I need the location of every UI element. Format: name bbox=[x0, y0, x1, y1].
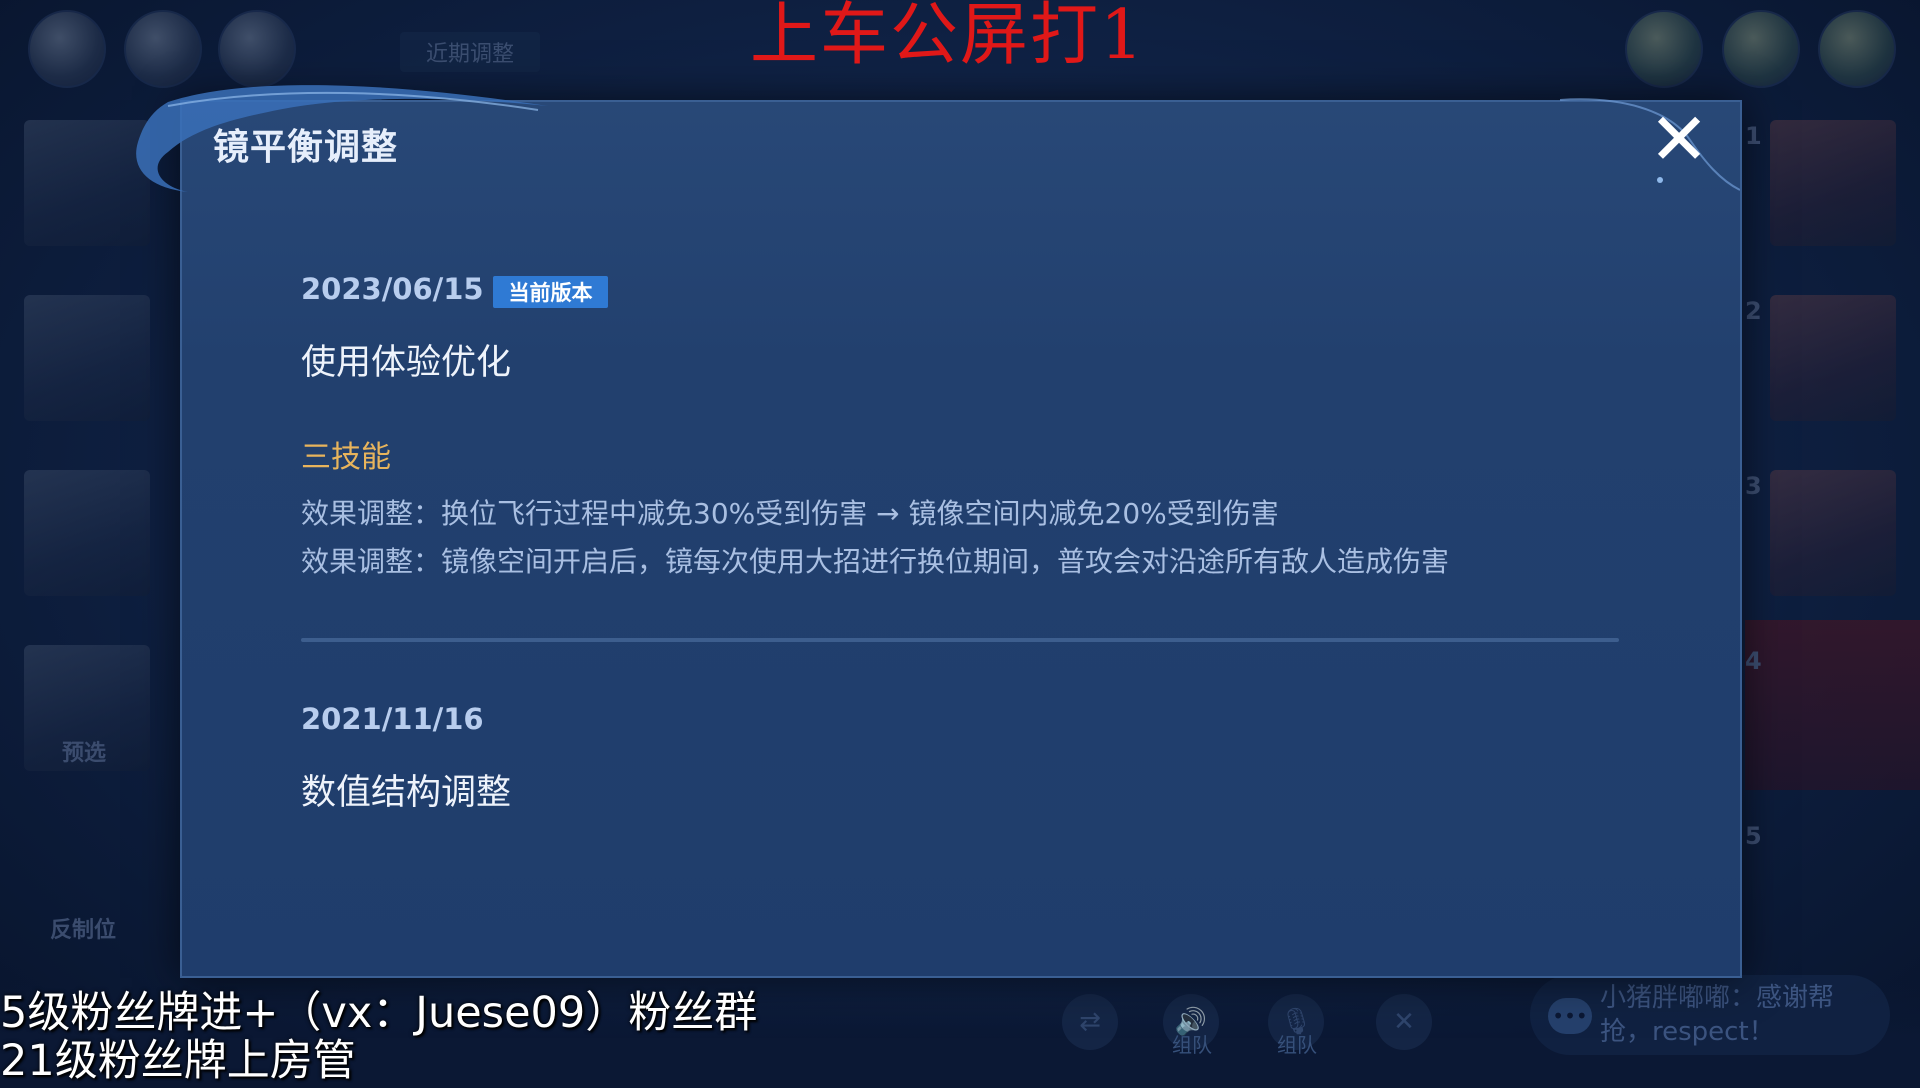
enemy-picking-slot bbox=[1745, 620, 1920, 790]
enemy-avatar bbox=[1818, 10, 1896, 88]
slot-number: 1 bbox=[1745, 122, 1762, 150]
entry-date: 2023/06/15 bbox=[301, 272, 484, 306]
team-mic-label: 组队 bbox=[1277, 1033, 1317, 1057]
hero-portrait-slot bbox=[24, 470, 150, 596]
stream-caption-line: 21级粉丝牌上房管 bbox=[0, 1036, 356, 1086]
skill-name: 三技能 bbox=[301, 440, 391, 475]
counter-position-label: 反制位 bbox=[50, 918, 117, 943]
close-icon[interactable]: ✕ bbox=[1646, 103, 1712, 175]
dialog-title: 镜平衡调整 bbox=[213, 127, 399, 168]
balance-dialog bbox=[180, 100, 1742, 978]
teammate-avatar bbox=[28, 10, 106, 88]
enemy-avatar bbox=[1625, 10, 1703, 88]
entry-date: 2021/11/16 bbox=[301, 702, 484, 736]
entry-title: 数值结构调整 bbox=[301, 773, 512, 813]
entry-title: 使用体验优化 bbox=[301, 343, 512, 383]
slot-number: 5 bbox=[1745, 822, 1762, 850]
entry-divider bbox=[301, 638, 1619, 642]
hero-portrait-slot bbox=[24, 295, 150, 421]
enemy-portrait-slot bbox=[1770, 470, 1896, 596]
recent-adjustments-tab[interactable]: 近期调整 bbox=[400, 32, 540, 72]
mic-mute-icon[interactable]: ✕ bbox=[1376, 994, 1432, 1050]
enemy-avatar bbox=[1722, 10, 1800, 88]
slot-number: 3 bbox=[1745, 472, 1762, 500]
teammate-avatar bbox=[218, 10, 296, 88]
current-version-badge: 当前版本 bbox=[493, 276, 608, 308]
effect-line: 效果调整：换位飞行过程中减免30%受到伤害 → 镜像空间内减免20%受到伤害 bbox=[301, 497, 1279, 530]
preselect-label: 预选 bbox=[62, 741, 107, 766]
enemy-portrait-slot bbox=[1770, 295, 1896, 421]
teammate-avatar bbox=[124, 10, 202, 88]
effect-line: 效果调整：镜像空间开启后，镜每次使用大招进行换位期间，普攻会对沿途所有敌人造成伤… bbox=[301, 545, 1450, 578]
slot-number: 4 bbox=[1745, 647, 1762, 675]
slot-number: 2 bbox=[1745, 297, 1762, 325]
team-voice-label: 组队 bbox=[1172, 1033, 1212, 1057]
swap-icon[interactable]: ⇄ bbox=[1062, 994, 1118, 1050]
enemy-portrait-slot bbox=[1770, 120, 1896, 246]
stream-overlay-title: 上车公屏打1 bbox=[750, 0, 1146, 75]
chat-bubble-icon[interactable]: ••• bbox=[1548, 998, 1592, 1034]
